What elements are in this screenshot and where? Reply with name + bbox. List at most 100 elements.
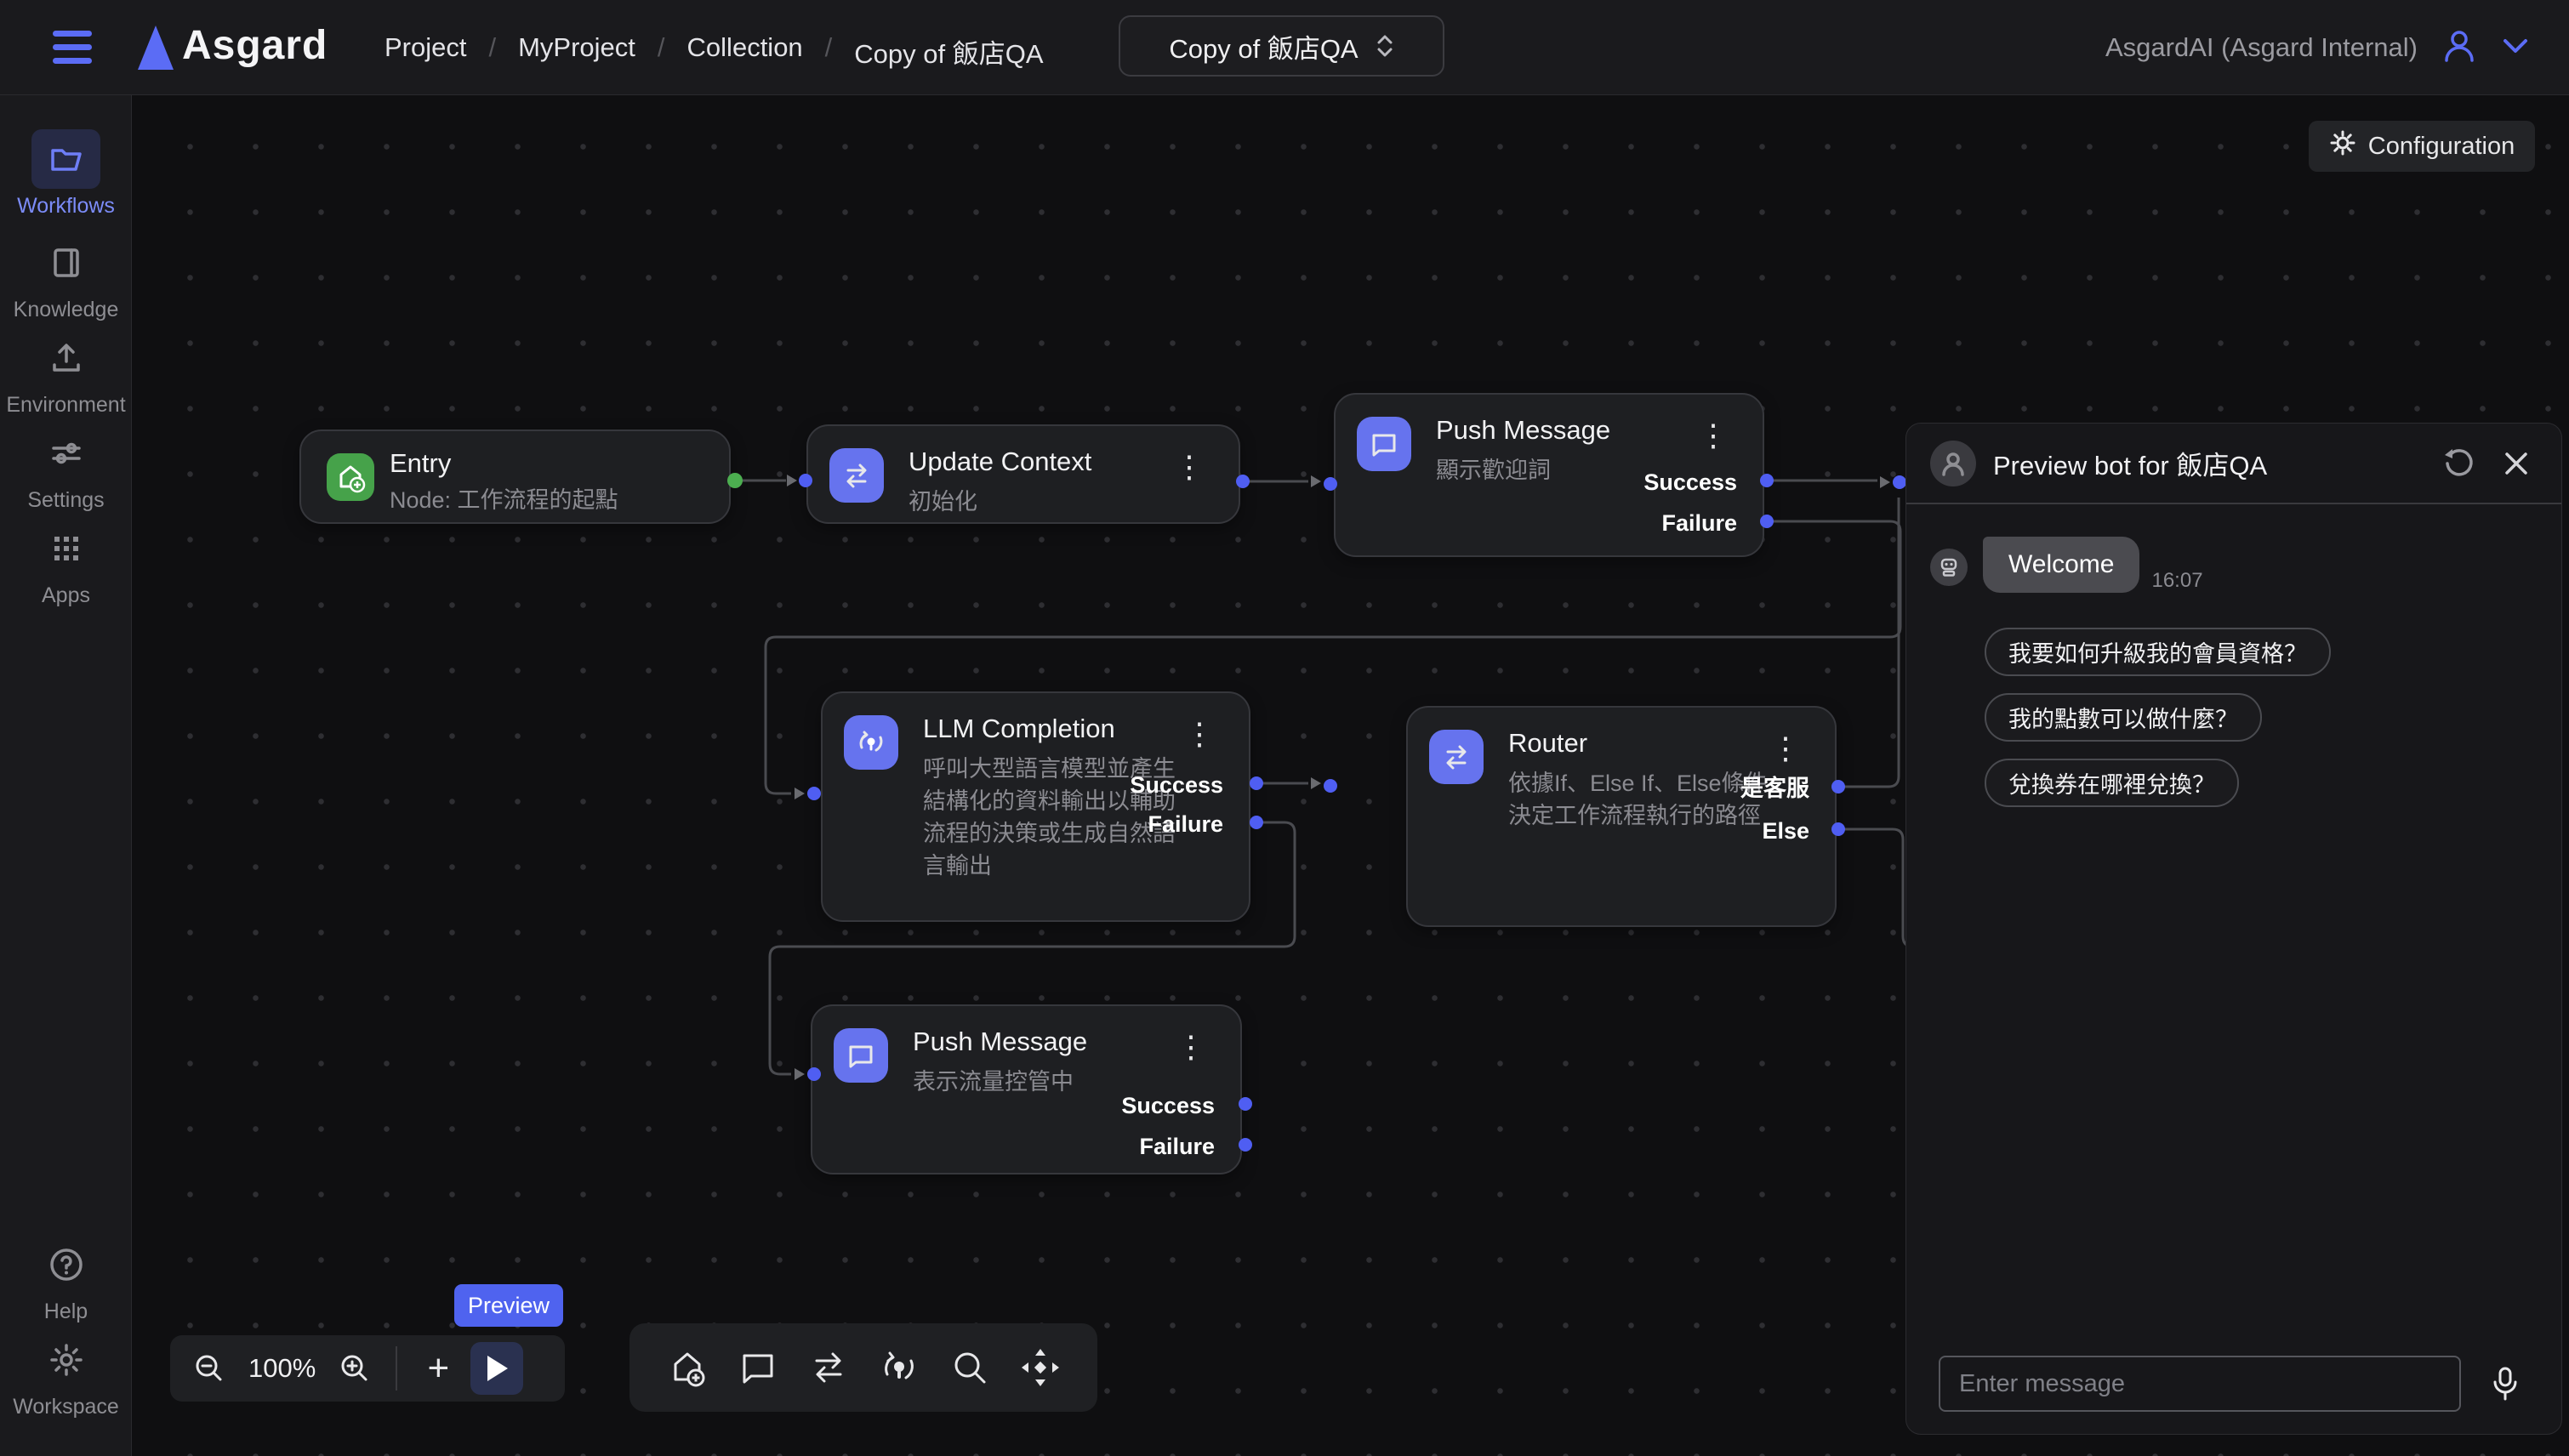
- canvas-zoom-toolbar: 100% +: [170, 1335, 565, 1402]
- node-menu-button[interactable]: ⋮: [1184, 717, 1215, 751]
- port-label-failure: Failure: [1139, 1131, 1215, 1162]
- sidebar-item-knowledge[interactable]: Knowledge: [0, 233, 132, 322]
- port-label-failure: Failure: [1148, 809, 1223, 839]
- node-push-message-welcome[interactable]: Push Message 顯示歡迎詞 ⋮ Success Failure: [1334, 393, 1764, 557]
- quick-reply-chip[interactable]: 兌換券在哪裡兌換？: [1985, 759, 2239, 807]
- chat-header: Preview bot for 飯店QA: [1906, 424, 2561, 504]
- node-subtitle: 表示流量控管中: [913, 1066, 1074, 1098]
- upload-icon: [31, 328, 100, 388]
- node-menu-button[interactable]: ⋮: [1698, 418, 1729, 452]
- node-entry[interactable]: Entry Node: 工作流程的起點: [299, 429, 731, 524]
- port-label-success: Success: [1643, 467, 1737, 498]
- account-name: AsgardAI (Asgard Internal): [2105, 32, 2418, 63]
- robot-avatar-icon: [1930, 549, 1968, 586]
- preview-tooltip[interactable]: Preview: [454, 1284, 563, 1327]
- sidebar-item-settings[interactable]: Settings: [0, 424, 132, 513]
- breadcrumb-project[interactable]: Project: [384, 32, 466, 71]
- apps-grid-icon: [31, 519, 100, 578]
- sidebar-item-apps[interactable]: Apps: [0, 519, 132, 608]
- sidebar-item-label: Environment: [0, 393, 132, 418]
- node-llm-completion[interactable]: LLM Completion 呼叫大型語言模型並產生結構化的資料輸出以輔助流程的…: [821, 691, 1250, 922]
- run-workflow-button[interactable]: [470, 1342, 523, 1395]
- sidebar-item-workflows[interactable]: Workflows: [0, 129, 132, 219]
- node-subtitle: 顯示歡迎詞: [1436, 454, 1551, 486]
- close-chat-button[interactable]: [2493, 441, 2539, 486]
- preview-chat-panel: Preview bot for 飯店QA: [1905, 423, 2562, 1435]
- breadcrumb-myproject[interactable]: MyProject: [518, 32, 635, 71]
- zoom-level-value: 100%: [248, 1353, 316, 1384]
- configuration-button[interactable]: Configuration: [2309, 121, 2535, 172]
- chat-message-input[interactable]: [1939, 1356, 2461, 1412]
- port-label-failure: Failure: [1661, 508, 1737, 538]
- account-area: AsgardAI (Asgard Internal): [2105, 0, 2530, 95]
- port-label-success: Success: [1130, 770, 1223, 800]
- zoom-out-button[interactable]: [189, 1345, 230, 1392]
- sliders-icon: [31, 424, 100, 483]
- bot-message-row: Welcome 16:07: [1930, 537, 2203, 593]
- configuration-label: Configuration: [2368, 133, 2515, 161]
- quick-reply-chip[interactable]: 我要如何升級我的會員資格？: [1985, 628, 2331, 676]
- entry-home-plus-icon: [327, 453, 374, 501]
- port-label-else: Else: [1762, 816, 1809, 846]
- node-title: Entry: [390, 448, 451, 479]
- toolbar-divider: [396, 1346, 397, 1391]
- node-menu-button[interactable]: ⋮: [1176, 1030, 1206, 1064]
- swap-arrows-icon: [829, 448, 884, 503]
- llm-bulb-icon: [844, 715, 898, 770]
- quick-reply-chip[interactable]: 我的點數可以做什麼？: [1985, 693, 2262, 742]
- microphone-icon[interactable]: [2481, 1360, 2529, 1408]
- node-subtitle: Node: 工作流程的起點: [390, 484, 618, 516]
- node-palette-toolbar: [629, 1323, 1097, 1412]
- node-push-message-throttle[interactable]: Push Message 表示流量控管中 ⋮ Success Failure: [811, 1004, 1242, 1174]
- sidebar-item-label: Apps: [0, 583, 132, 608]
- updown-chevron-icon: [1376, 32, 1394, 60]
- node-menu-button[interactable]: ⋮: [1174, 450, 1205, 484]
- asgard-logo-icon: [134, 24, 177, 76]
- sidebar-item-label: Knowledge: [0, 298, 132, 322]
- node-update-context[interactable]: Update Context 初始化 ⋮: [806, 424, 1240, 524]
- swap-arrows-icon: [1429, 730, 1484, 784]
- llm-node-tool-icon[interactable]: [874, 1342, 925, 1393]
- left-sidebar: Workflows Knowledge Environment: [0, 95, 132, 1456]
- message-node-tool-icon[interactable]: [732, 1342, 783, 1393]
- top-navigation-bar: Asgard Project / MyProject / Collection …: [0, 0, 2569, 95]
- user-icon[interactable]: [2440, 26, 2479, 70]
- node-title: Push Message: [913, 1027, 1087, 1057]
- message-timestamp: 16:07: [2151, 569, 2202, 593]
- workflow-selector-dropdown[interactable]: Copy of 飯店QA: [1119, 15, 1444, 77]
- node-router[interactable]: Router 依據If、Else If、Else條件決定工作流程執行的路徑 ⋮ …: [1406, 706, 1837, 927]
- sidebar-item-label: Help: [0, 1300, 132, 1324]
- bot-message-bubble: Welcome: [1983, 537, 2139, 593]
- book-icon: [31, 233, 100, 293]
- hamburger-menu-icon[interactable]: [53, 31, 92, 65]
- chat-bubble-icon: [1357, 417, 1411, 471]
- help-circle-icon: [31, 1235, 100, 1294]
- chevron-down-icon[interactable]: [2501, 37, 2530, 60]
- gear-icon: [31, 1330, 100, 1390]
- node-subtitle: 初始化: [909, 486, 977, 518]
- swap-arrows-tool-icon[interactable]: [803, 1342, 854, 1393]
- sidebar-item-workspace[interactable]: Workspace: [0, 1330, 132, 1419]
- breadcrumb-collection[interactable]: Collection: [687, 32, 803, 71]
- chat-input-row: [1906, 1356, 2561, 1412]
- workflow-selector-value: Copy of 飯店QA: [1169, 27, 1358, 65]
- node-menu-button[interactable]: ⋮: [1770, 731, 1801, 765]
- restart-chat-button[interactable]: [2435, 441, 2481, 486]
- node-title: Push Message: [1436, 415, 1610, 446]
- node-title: Update Context: [909, 446, 1091, 477]
- chat-title: Preview bot for 飯店QA: [1993, 444, 2435, 482]
- sidebar-item-label: Settings: [0, 488, 132, 513]
- quick-reply-chips: 我要如何升級我的會員資格？ 我的點數可以做什麼？ 兌換券在哪裡兌換？: [1985, 628, 2529, 807]
- sidebar-item-help[interactable]: Help: [0, 1235, 132, 1324]
- app-title: Asgard: [182, 22, 328, 69]
- sidebar-item-environment[interactable]: Environment: [0, 328, 132, 418]
- port-label-success: Success: [1121, 1090, 1215, 1121]
- move-tool-icon[interactable]: [1015, 1342, 1066, 1393]
- entry-node-tool-icon[interactable]: [662, 1342, 713, 1393]
- bot-avatar: [1930, 441, 1976, 486]
- breadcrumb-current[interactable]: Copy of 飯店QA: [854, 32, 1043, 71]
- add-node-button[interactable]: +: [418, 1345, 459, 1392]
- search-tool-icon[interactable]: [944, 1342, 995, 1393]
- sidebar-item-label: Workspace: [0, 1395, 132, 1419]
- zoom-in-button[interactable]: [334, 1345, 375, 1392]
